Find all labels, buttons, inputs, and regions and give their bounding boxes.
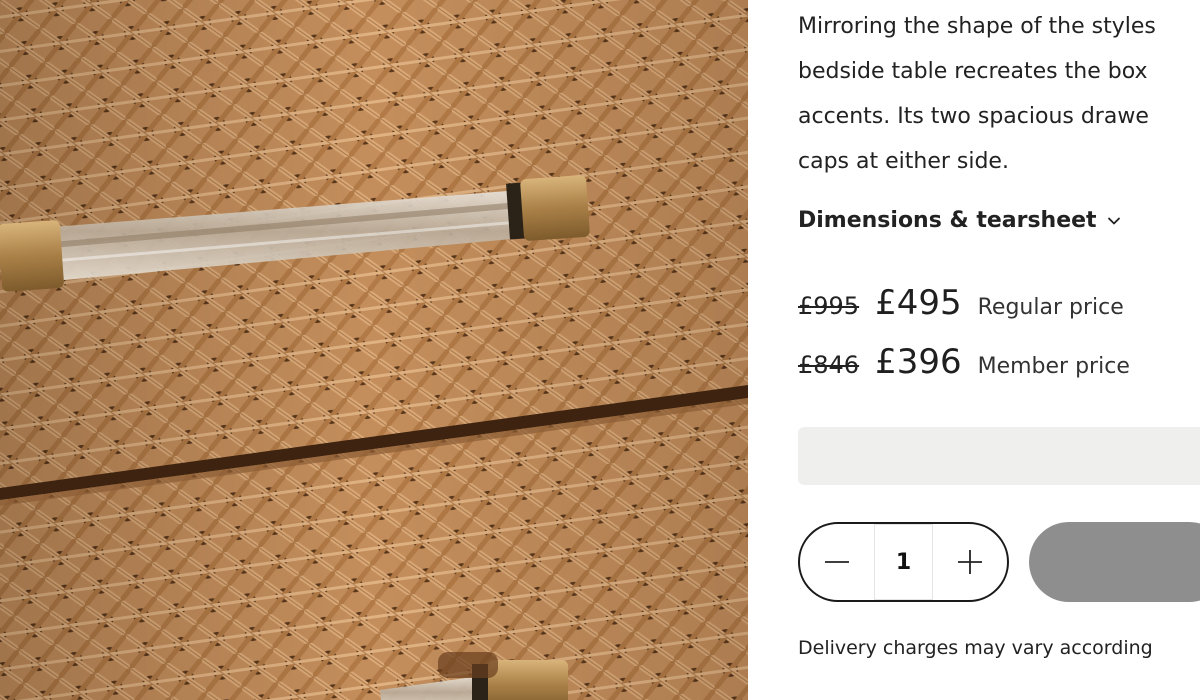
regular-price-label: Regular price xyxy=(977,295,1124,320)
description-line: caps at either side. xyxy=(798,149,1009,174)
regular-price-original: £995 xyxy=(798,292,860,320)
plus-icon xyxy=(958,550,982,574)
description-line: Mirroring the shape of the styles xyxy=(798,14,1156,39)
product-details-panel: Mirroring the shape of the styles bedsid… xyxy=(748,0,1200,700)
description-line: bedside table recreates the box xyxy=(798,59,1148,84)
product-description: Mirroring the shape of the styles bedsid… xyxy=(798,4,1200,184)
rattan-cane-drawers-illustration xyxy=(0,0,748,700)
quantity-value[interactable]: 1 xyxy=(874,524,933,600)
member-price-original: £846 xyxy=(798,351,860,379)
add-to-basket-button[interactable] xyxy=(1029,522,1200,602)
product-image xyxy=(0,0,748,700)
regular-price-sale: £495 xyxy=(875,283,962,323)
member-price-row: £846 £396 Member price xyxy=(798,342,1130,382)
minus-icon xyxy=(825,561,849,563)
quantity-stepper[interactable]: 1 xyxy=(798,522,1009,602)
dimensions-tearsheet-toggle[interactable]: Dimensions & tearsheet xyxy=(798,202,1121,238)
decrement-button[interactable] xyxy=(800,524,874,600)
member-price-label: Member price xyxy=(977,354,1130,379)
description-line: accents. Its two spacious drawe xyxy=(798,104,1149,129)
delivery-note: Delivery charges may vary according xyxy=(798,637,1153,659)
member-price-sale: £396 xyxy=(875,342,962,382)
regular-price-row: £995 £495 Regular price xyxy=(798,283,1124,323)
dimensions-tearsheet-label: Dimensions & tearsheet xyxy=(798,207,1097,233)
chevron-down-icon xyxy=(1107,217,1120,225)
increment-button[interactable] xyxy=(933,524,1007,600)
info-banner xyxy=(798,427,1200,485)
